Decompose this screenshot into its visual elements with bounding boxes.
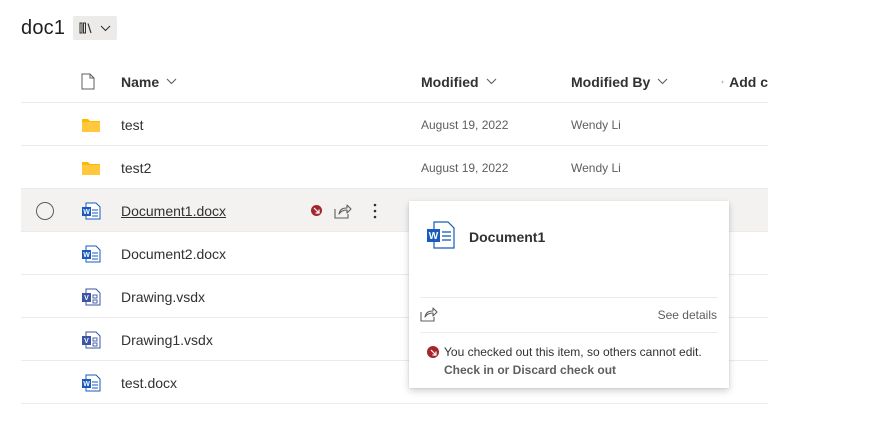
modified-by-name: Wendy Li	[571, 117, 621, 132]
file-type-cell	[81, 103, 101, 146]
row-actions	[311, 189, 386, 232]
library-view-icon	[79, 22, 92, 34]
more-vertical-icon	[373, 203, 377, 218]
word-file-icon: W	[82, 374, 101, 391]
table-row[interactable]: test August 19, 2022 Wendy Li	[21, 103, 768, 146]
modified-by-name: Wendy Li	[571, 160, 621, 175]
modified-date: August 19, 2022	[421, 117, 509, 132]
row-select-radio[interactable]	[36, 202, 54, 220]
word-file-icon: W	[427, 221, 455, 249]
name-column-label: Name	[121, 73, 160, 90]
file-type-cell: V	[81, 275, 101, 318]
arrow-down-right-icon	[430, 349, 437, 356]
hover-card-title[interactable]: Document1	[469, 229, 545, 245]
modified-cell: August 19, 2022	[421, 146, 508, 189]
name-column-header[interactable]: Name	[121, 60, 177, 103]
modified-by-cell: Wendy Li	[571, 103, 621, 146]
file-type-cell: W	[81, 361, 101, 404]
file-name[interactable]: Drawing.vsdx	[121, 289, 205, 305]
modified-column-header[interactable]: Modified	[421, 60, 497, 103]
svg-text:V: V	[84, 338, 89, 345]
file-name[interactable]: test	[121, 117, 144, 133]
chevron-down-icon	[166, 78, 177, 85]
file-name[interactable]: Drawing1.vsdx	[121, 332, 213, 348]
file-name-cell[interactable]: Document2.docx	[121, 232, 226, 275]
file-type-cell: V	[81, 318, 101, 361]
view-switcher-button[interactable]	[73, 16, 118, 40]
page-title: doc1	[21, 16, 66, 39]
checked-out-status-icon[interactable]	[311, 205, 322, 216]
share-icon[interactable]	[334, 203, 352, 219]
svg-text:W: W	[83, 209, 90, 216]
file-name[interactable]: test.docx	[121, 375, 177, 391]
file-name-link[interactable]: Document1.docx	[121, 203, 226, 219]
column-header-row: Name Modified Modified By Add c	[21, 60, 768, 103]
file-type-cell: W	[81, 232, 101, 275]
file-name-cell[interactable]: Drawing.vsdx	[121, 275, 205, 318]
modified-by-column-label: Modified By	[571, 73, 651, 90]
add-column-label: Add c	[729, 73, 768, 90]
file-name-cell[interactable]: test2	[121, 146, 151, 189]
chevron-down-icon	[657, 78, 668, 85]
modified-column-label: Modified	[421, 73, 479, 90]
file-type-cell	[81, 146, 101, 189]
checkout-message: You checked out this item, so others can…	[427, 345, 702, 359]
plus-icon	[721, 80, 724, 83]
table-row[interactable]: test2 August 19, 2022 Wendy Li	[21, 146, 768, 189]
file-name[interactable]: Document2.docx	[121, 246, 226, 262]
word-file-icon: W	[82, 245, 101, 262]
word-file-icon: W	[82, 202, 101, 219]
svg-text:V: V	[84, 295, 89, 302]
file-type-column-header[interactable]	[81, 60, 95, 103]
file-name-cell[interactable]: test	[121, 103, 144, 146]
modified-by-column-header[interactable]: Modified By	[571, 60, 668, 103]
chevron-down-icon	[486, 78, 496, 85]
visio-file-icon: V	[82, 288, 101, 305]
folder-icon	[82, 118, 100, 132]
library-header: doc1	[21, 14, 118, 42]
file-name-cell[interactable]: Drawing1.vsdx	[121, 318, 213, 361]
folder-icon	[82, 161, 100, 175]
modified-date: August 19, 2022	[421, 160, 509, 175]
visio-file-icon: V	[82, 331, 101, 348]
add-column-button[interactable]: Add c	[721, 60, 768, 103]
arrow-down-right-icon	[313, 207, 320, 214]
file-name[interactable]: test2	[121, 160, 151, 176]
divider	[420, 297, 718, 298]
document-library-page: doc1 Name Modified Modified By Add c tes…	[0, 0, 887, 432]
chevron-down-icon	[100, 25, 111, 31]
checkout-message-text: You checked out this item, so others can…	[444, 345, 702, 359]
more-actions-button[interactable]	[364, 203, 386, 219]
svg-text:W: W	[429, 231, 439, 242]
file-type-cell: W	[81, 189, 101, 232]
checked-out-status-icon	[427, 346, 439, 358]
file-name-cell[interactable]: Document1.docx	[121, 189, 226, 232]
hover-card-share-button[interactable]	[420, 306, 438, 327]
svg-text:W: W	[83, 381, 90, 388]
file-name-cell[interactable]: test.docx	[121, 361, 177, 404]
hover-card-file-icon-wrap: W	[426, 221, 456, 254]
modified-by-cell: Wendy Li	[571, 146, 621, 189]
see-details-link[interactable]: See details	[658, 308, 717, 322]
file-type-icon	[81, 73, 95, 90]
file-hover-card: W Document1 See details You checked out …	[409, 201, 729, 388]
modified-cell: August 19, 2022	[421, 103, 508, 146]
svg-text:W: W	[83, 252, 90, 259]
divider	[420, 332, 718, 333]
share-icon	[420, 307, 438, 322]
check-in-discard-link[interactable]: Check in or Discard check out	[444, 363, 616, 377]
